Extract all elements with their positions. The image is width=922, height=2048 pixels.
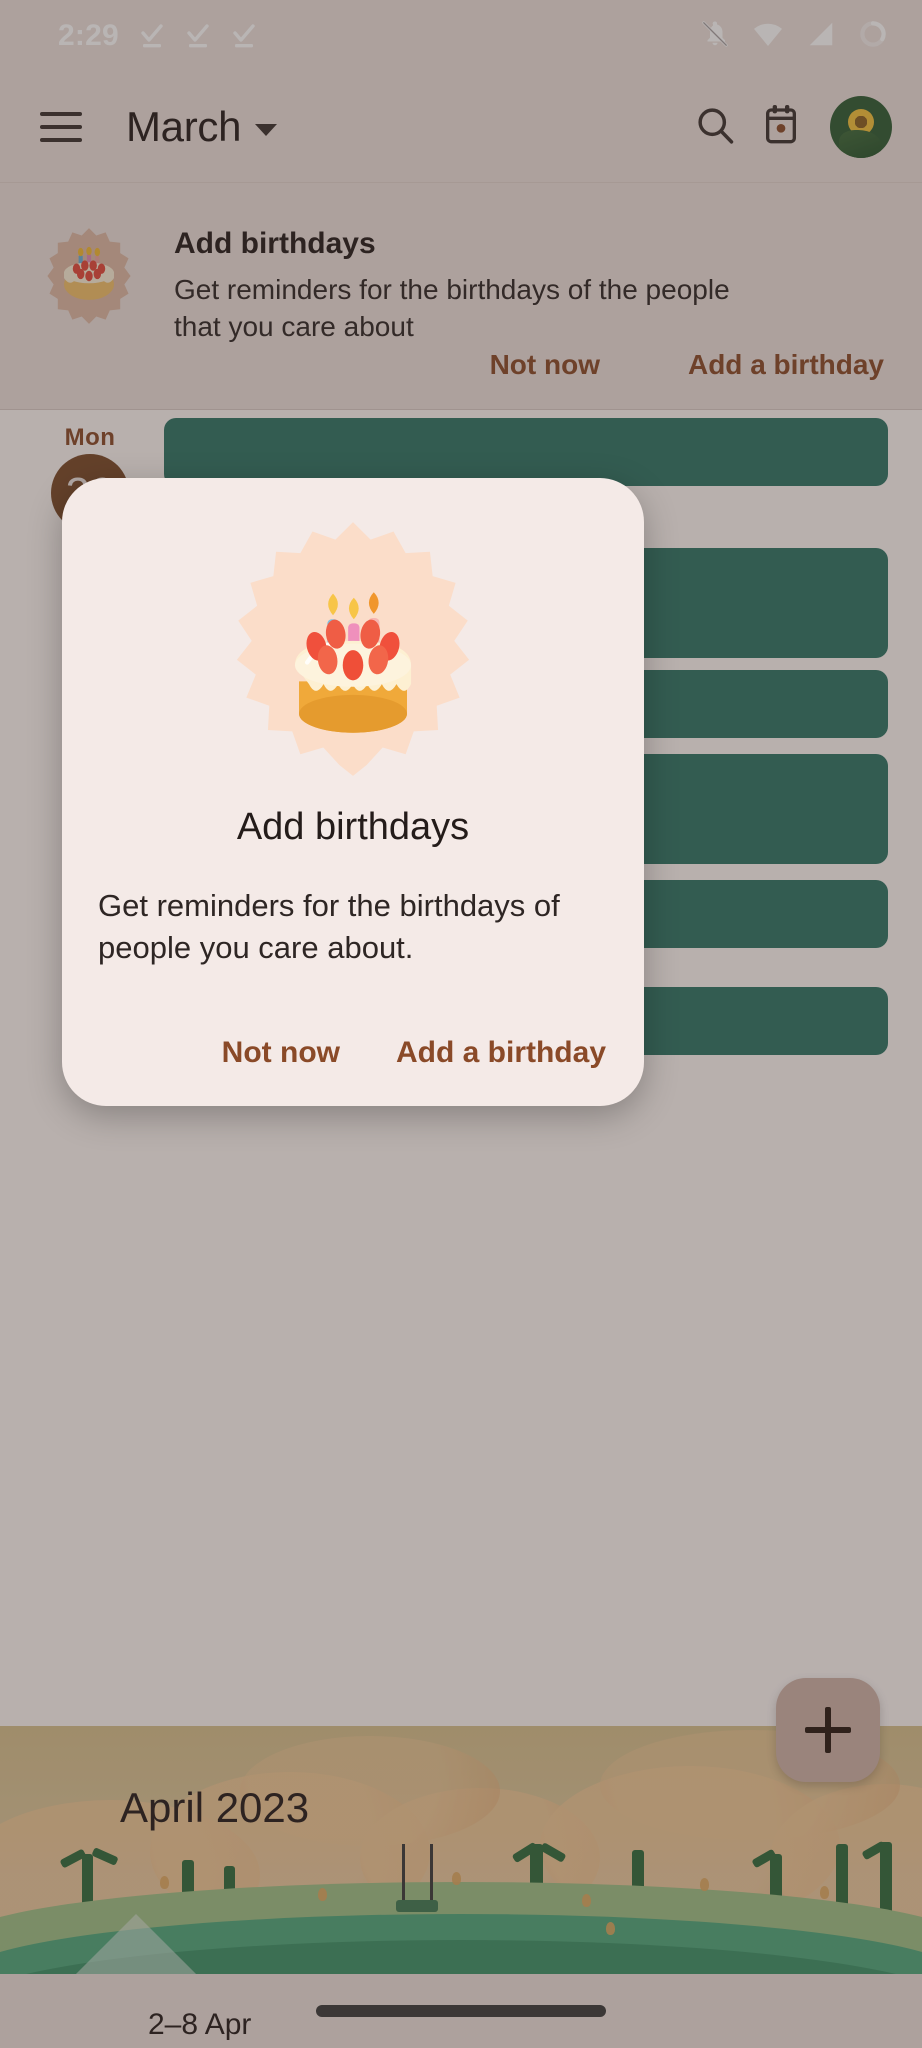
dialog-actions: Not now Add a birthday	[96, 1026, 610, 1106]
dialog-title: Add birthdays	[236, 806, 470, 848]
birthday-cake-svg	[236, 522, 470, 776]
phone-screen: 2:29 March Add birthdays Get reminders f…	[0, 0, 922, 2048]
dialog-add-birthday-button[interactable]: Add a birthday	[392, 1026, 610, 1080]
add-birthdays-dialog: Add birthdays Get reminders for the birt…	[62, 478, 644, 1106]
dialog-body-text: Get reminders for the birthdays of peopl…	[98, 888, 560, 966]
dialog-not-now-button[interactable]: Not now	[218, 1026, 344, 1080]
birthday-cake-illustration	[96, 504, 610, 794]
